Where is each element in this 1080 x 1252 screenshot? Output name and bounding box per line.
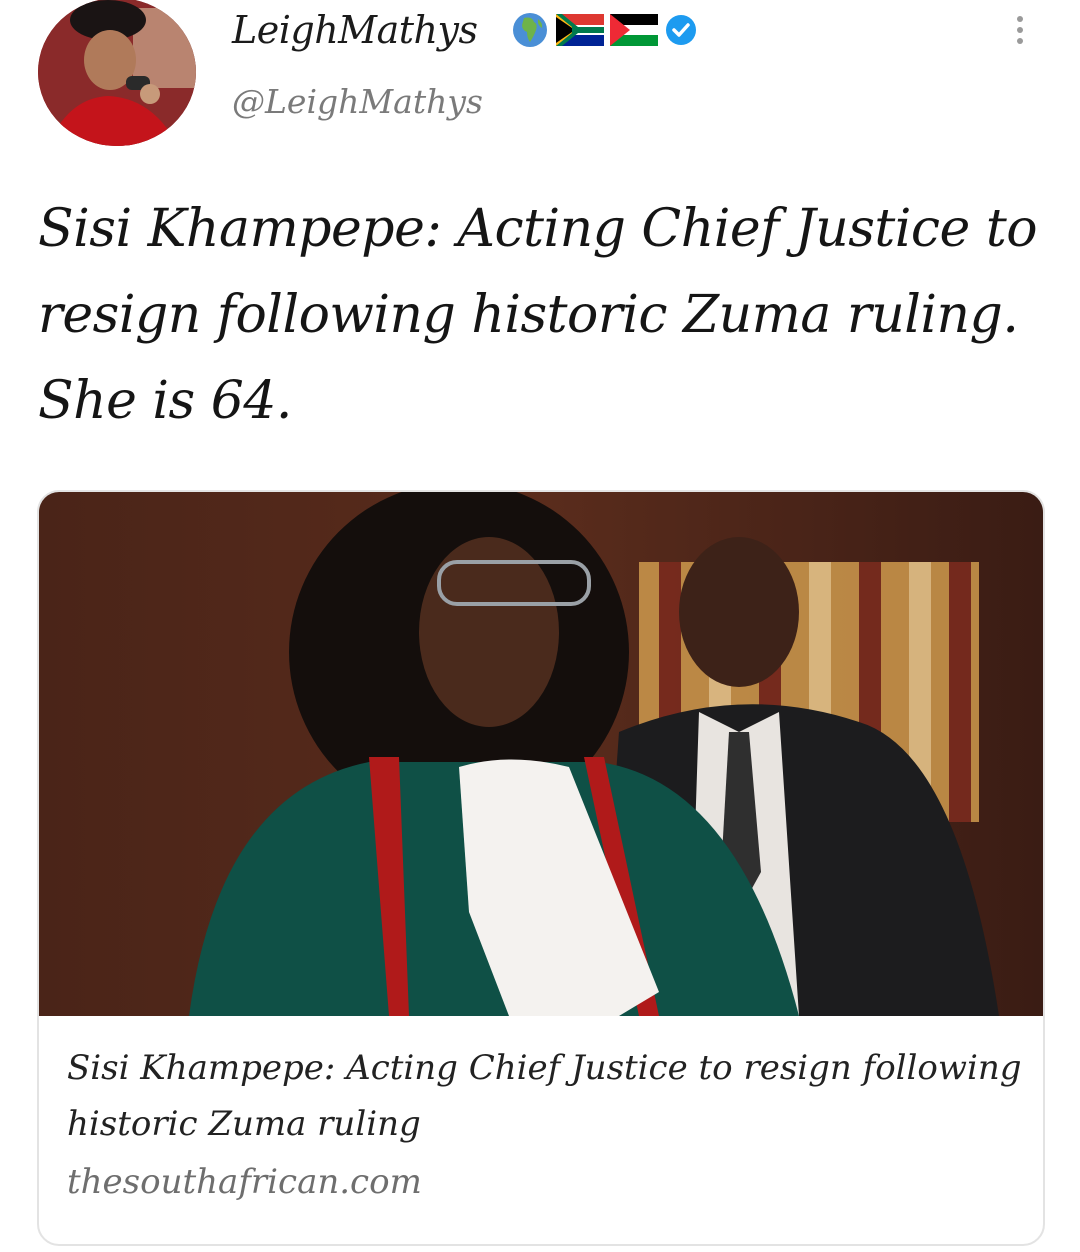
link-card-domain[interactable]: thesouthafrican.com	[67, 1152, 1027, 1212]
name-emojis	[510, 10, 698, 50]
tweet-text: Sisi Khampepe: Acting Chief Justice to r…	[38, 199, 1038, 431]
user-handle[interactable]: @LeighMathys	[232, 82, 483, 121]
tweet-header: LeighMathys @LeighMathys	[0, 0, 1080, 160]
more-dot-icon	[1017, 27, 1023, 33]
more-dot-icon	[1017, 16, 1023, 22]
more-options-button[interactable]	[1002, 10, 1038, 50]
globe-africa-icon	[513, 13, 547, 47]
avatar[interactable]	[38, 0, 196, 146]
south-africa-flag-icon	[556, 14, 604, 46]
display-name[interactable]: LeighMathys	[232, 8, 478, 52]
verified-badge-icon	[666, 15, 696, 45]
link-card-body: Sisi Khampepe: Acting Chief Justice to r…	[67, 1040, 1027, 1212]
link-card-image[interactable]	[39, 492, 1043, 1016]
more-dot-icon	[1017, 38, 1023, 44]
link-card[interactable]: Sisi Khampepe: Acting Chief Justice to r…	[37, 490, 1045, 1246]
link-card-title[interactable]: Sisi Khampepe: Acting Chief Justice to r…	[67, 1040, 1027, 1152]
palestine-flag-icon	[610, 14, 658, 46]
